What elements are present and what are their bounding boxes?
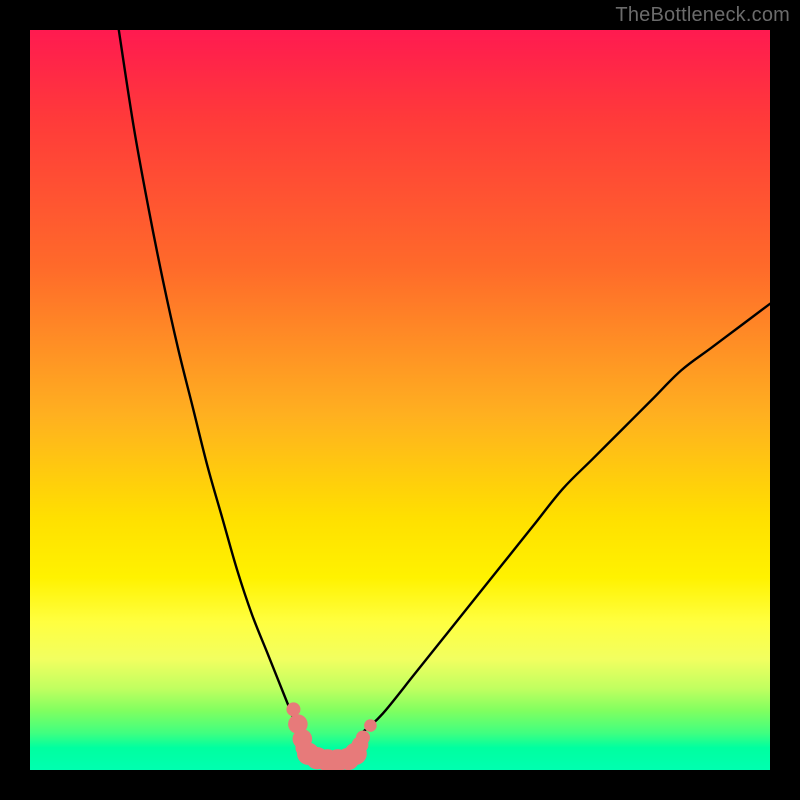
series-left-curve xyxy=(119,30,303,742)
chart-svg xyxy=(30,30,770,770)
series-right-curve xyxy=(359,304,770,735)
watermark-text: TheBottleneck.com xyxy=(615,4,790,27)
marker-dot xyxy=(286,702,300,716)
chart-frame: TheBottleneck.com xyxy=(0,0,800,800)
plot-area xyxy=(30,30,770,770)
marker-dot xyxy=(364,719,377,732)
curves-group xyxy=(119,30,770,761)
markers-group xyxy=(286,702,376,770)
marker-dot xyxy=(356,730,370,744)
